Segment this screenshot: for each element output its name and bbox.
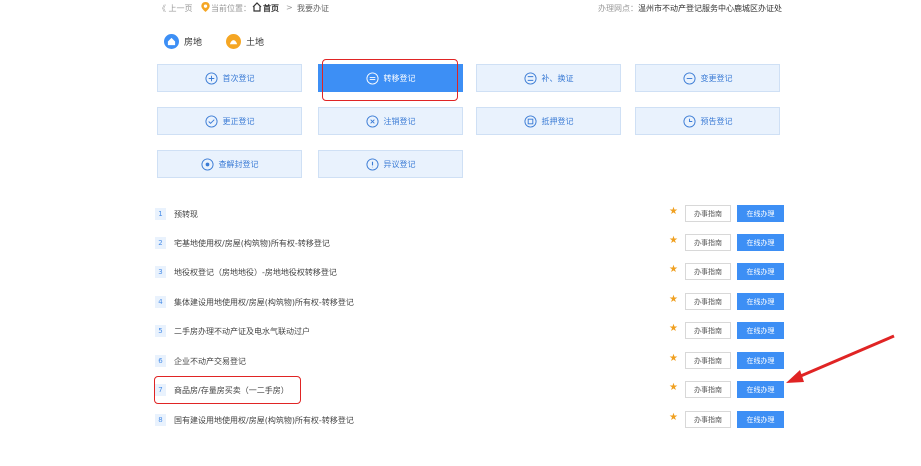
guide-button[interactable]: 办事指南 <box>685 234 731 251</box>
item-name: 集体建设用地使用权/房屋(构筑物)所有权-转移登记 <box>174 298 354 307</box>
back-link[interactable]: 《 上一页 <box>158 3 193 14</box>
service-mortgage-registration[interactable]: 抵押登记 <box>476 107 621 135</box>
service-advance-notice-registration[interactable]: 预告登记 <box>635 107 780 135</box>
online-apply-button[interactable]: 在线办理 <box>737 411 784 428</box>
site-name: 温州市不动产登记服务中心鹿城区办证处 <box>638 4 782 13</box>
advance-notice-icon <box>682 114 696 128</box>
item-name: 二手房办理不动产证及电水气联动过户 <box>174 327 310 336</box>
star-icon[interactable]: ★ <box>669 264 678 275</box>
star-icon[interactable]: ★ <box>669 412 678 423</box>
online-apply-button[interactable]: 在线办理 <box>737 293 784 310</box>
category-land-label: 土地 <box>246 37 265 48</box>
guide-button[interactable]: 办事指南 <box>685 352 731 369</box>
service-first-registration[interactable]: 首次登记 <box>157 64 302 92</box>
item-name: 宅基地使用权/房屋(构筑物)所有权-转移登记 <box>174 239 330 248</box>
cancellation-icon <box>365 114 379 128</box>
item-number: 1 <box>155 208 166 220</box>
registration-icon <box>204 71 218 85</box>
guide-button[interactable]: 办事指南 <box>685 411 731 428</box>
service-label: 补、换证 <box>541 73 574 83</box>
item-name: 企业不动产交易登记 <box>174 357 246 366</box>
service-label: 抵押登记 <box>541 116 574 126</box>
seizure-icon <box>200 157 214 171</box>
service-cancellation-registration[interactable]: 注销登记 <box>318 107 463 135</box>
star-icon[interactable]: ★ <box>669 382 678 393</box>
item-number: 3 <box>155 266 166 278</box>
guide-button[interactable]: 办事指南 <box>685 322 731 339</box>
highlight-box-transfer <box>322 59 458 101</box>
objection-icon <box>365 157 379 171</box>
list-item: 1 预转现 ★ 办事指南 在线办理 <box>155 205 795 225</box>
breadcrumb-separator: > <box>286 3 293 12</box>
location-label: 当前位置： <box>211 4 251 13</box>
reissue-icon <box>523 71 537 85</box>
item-number: 5 <box>155 325 166 337</box>
breadcrumb-home[interactable]: 首页 <box>263 3 279 14</box>
guide-button[interactable]: 办事指南 <box>685 381 731 398</box>
category-land[interactable]: 土地 <box>226 33 264 49</box>
item-name: 国有建设用地使用权/房屋(构筑物)所有权-转移登记 <box>174 416 354 425</box>
highlight-box-item <box>154 376 301 404</box>
land-icon <box>226 33 241 49</box>
list-item: 5 二手房办理不动产证及电水气联动过户 ★ 办事指南 在线办理 <box>155 322 795 342</box>
item-number: 2 <box>155 237 166 249</box>
service-objection-registration[interactable]: 异议登记 <box>318 150 463 178</box>
correction-icon <box>204 114 218 128</box>
star-icon[interactable]: ★ <box>669 353 678 364</box>
site-label: 办理网点： <box>598 4 638 13</box>
service-seizure-release-registration[interactable]: 查解封登记 <box>157 150 302 178</box>
service-label: 变更登记 <box>700 73 733 83</box>
service-label: 预告登记 <box>700 116 733 126</box>
service-label: 异议登记 <box>383 159 416 169</box>
list-item: 3 地役权登记（房地地役）-房地地役权转移登记 ★ 办事指南 在线办理 <box>155 263 795 283</box>
service-label: 首次登记 <box>222 73 255 83</box>
guide-button[interactable]: 办事指南 <box>685 263 731 280</box>
item-name: 地役权登记（房地地役）-房地地役权转移登记 <box>174 268 337 277</box>
top-bar: 《 上一页 当前位置： 首页 > 我要办证 办理网点： 温州市不动产登记服务中心… <box>0 0 921 16</box>
list-item: 2 宅基地使用权/房屋(构筑物)所有权-转移登记 ★ 办事指南 在线办理 <box>155 234 795 254</box>
location-pin-icon <box>201 2 210 12</box>
service-label: 更正登记 <box>222 116 255 126</box>
change-icon <box>682 71 696 85</box>
guide-button[interactable]: 办事指南 <box>685 293 731 310</box>
item-number: 6 <box>155 355 166 367</box>
online-apply-button[interactable]: 在线办理 <box>737 322 784 339</box>
house-icon <box>164 33 179 49</box>
service-correction-registration[interactable]: 更正登记 <box>157 107 302 135</box>
item-number: 8 <box>155 414 166 426</box>
star-icon[interactable]: ★ <box>669 294 678 305</box>
star-icon[interactable]: ★ <box>669 323 678 334</box>
item-number: 4 <box>155 296 166 308</box>
service-reissue-certificate[interactable]: 补、换证 <box>476 64 621 92</box>
mortgage-icon <box>523 114 537 128</box>
guide-button[interactable]: 办事指南 <box>685 205 731 222</box>
online-apply-button[interactable]: 在线办理 <box>737 381 784 398</box>
star-icon[interactable]: ★ <box>669 206 678 217</box>
service-change-registration[interactable]: 变更登记 <box>635 64 780 92</box>
online-apply-button[interactable]: 在线办理 <box>737 234 784 251</box>
list-item: 6 企业不动产交易登记 ★ 办事指南 在线办理 <box>155 352 795 372</box>
star-icon[interactable]: ★ <box>669 235 678 246</box>
online-apply-button[interactable]: 在线办理 <box>737 263 784 280</box>
home-icon <box>252 2 262 12</box>
breadcrumb-current: 我要办证 <box>297 4 329 13</box>
item-name: 预转现 <box>174 210 198 219</box>
online-apply-button[interactable]: 在线办理 <box>737 352 784 369</box>
service-label: 注销登记 <box>383 116 416 126</box>
online-apply-button[interactable]: 在线办理 <box>737 205 784 222</box>
service-label: 查解封登记 <box>218 159 259 169</box>
list-item: 8 国有建设用地使用权/房屋(构筑物)所有权-转移登记 ★ 办事指南 在线办理 <box>155 411 795 431</box>
list-item: 4 集体建设用地使用权/房屋(构筑物)所有权-转移登记 ★ 办事指南 在线办理 <box>155 293 795 313</box>
category-house-label: 房地 <box>184 37 203 48</box>
red-arrow-annotation <box>786 334 895 383</box>
category-house[interactable]: 房地 <box>164 33 202 49</box>
